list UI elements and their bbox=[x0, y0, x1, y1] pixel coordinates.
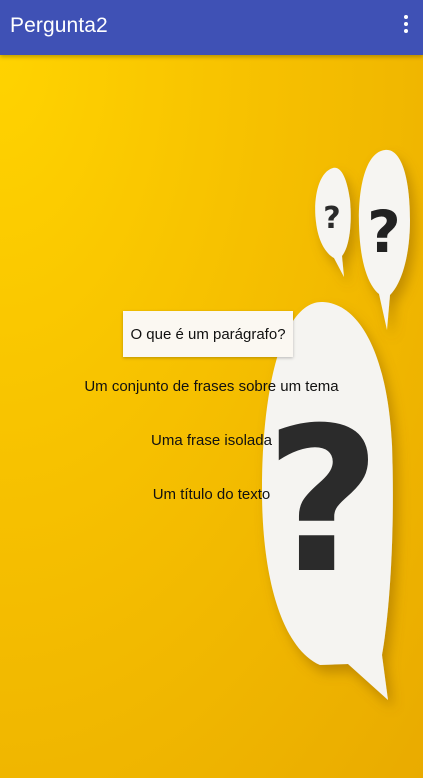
svg-text:?: ? bbox=[323, 201, 340, 236]
background-image: ? ? ? bbox=[0, 55, 423, 778]
answer-option-2[interactable]: Uma frase isolada bbox=[0, 432, 423, 449]
answer-option-1[interactable]: Um conjunto de frases sobre um tema bbox=[0, 378, 423, 395]
app-title: Pergunta2 bbox=[10, 14, 108, 37]
answer-option-3[interactable]: Um título do texto bbox=[0, 486, 423, 503]
question-bubbles-illustration: ? ? ? bbox=[262, 149, 410, 700]
svg-text:?: ? bbox=[367, 198, 401, 266]
more-vert-icon[interactable] bbox=[401, 13, 411, 39]
app-bar: Pergunta2 bbox=[0, 0, 423, 55]
question-text: O que é um parágrafo? bbox=[123, 311, 293, 357]
